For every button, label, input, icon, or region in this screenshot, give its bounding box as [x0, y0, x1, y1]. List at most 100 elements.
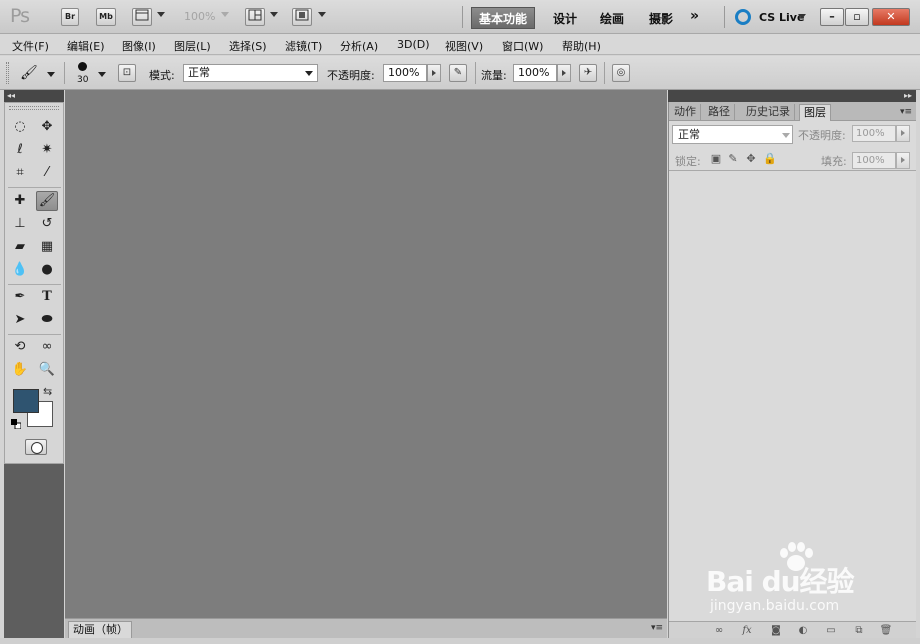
- minimize-button[interactable]: –: [820, 8, 844, 26]
- chevron-down-icon[interactable]: [157, 12, 165, 17]
- menu-view[interactable]: 视图(V): [445, 38, 483, 54]
- menu-layer[interactable]: 图层(L): [174, 38, 211, 54]
- opacity-stepper[interactable]: [427, 64, 441, 82]
- menu-help[interactable]: 帮助(H): [562, 38, 601, 54]
- quick-mask-button[interactable]: [25, 439, 47, 455]
- collapse-arrows-icon[interactable]: ▸▸: [904, 90, 912, 102]
- fill-stepper[interactable]: [896, 152, 910, 169]
- dodge-tool-icon[interactable]: ●: [36, 260, 58, 280]
- crop-tool-icon[interactable]: ⌗: [9, 163, 31, 183]
- workspace-essentials[interactable]: 基本功能: [471, 7, 535, 29]
- chevron-down-icon[interactable]: [798, 14, 806, 19]
- layer-style-fx-icon[interactable]: fx: [740, 624, 754, 637]
- chevron-down-icon[interactable]: [305, 71, 313, 76]
- collapse-arrows-icon[interactable]: ◂◂: [7, 90, 15, 102]
- toolbox-header[interactable]: ◂◂: [4, 90, 64, 102]
- zoom-tool-icon[interactable]: 🔍: [36, 360, 58, 380]
- arrange-documents-button[interactable]: [245, 8, 265, 26]
- animation-frames-tab[interactable]: 动画（帧）: [68, 621, 132, 638]
- close-button[interactable]: ✕: [872, 8, 910, 26]
- adjustment-layer-icon[interactable]: ◐: [796, 624, 810, 637]
- chevron-down-icon[interactable]: [221, 12, 229, 17]
- workspace-painting[interactable]: 绘画: [600, 10, 624, 27]
- 3d-orbit-tool-icon[interactable]: ∞: [36, 337, 58, 357]
- brush-panel-icon[interactable]: ⊡: [118, 64, 136, 82]
- mode-select[interactable]: 正常: [183, 64, 318, 82]
- document-workspace[interactable]: [65, 90, 667, 618]
- bridge-button[interactable]: Br: [61, 8, 79, 26]
- blur-tool-icon[interactable]: 💧: [9, 260, 31, 280]
- lasso-tool-icon[interactable]: ℓ: [9, 140, 31, 160]
- workspace-design[interactable]: 设计: [553, 10, 577, 27]
- move-tool-icon[interactable]: ✥: [36, 117, 58, 137]
- tab-history[interactable]: 历史记录: [742, 104, 795, 121]
- 3d-rotate-tool-icon[interactable]: ⟲: [9, 337, 31, 357]
- new-layer-icon[interactable]: ⧉: [852, 624, 866, 637]
- brush-size[interactable]: 30: [77, 75, 88, 85]
- tab-layers[interactable]: 图层: [799, 104, 831, 121]
- blend-mode-select[interactable]: 正常: [672, 125, 793, 144]
- zoom-level[interactable]: 100%: [184, 10, 215, 23]
- pen-tool-icon[interactable]: ✒: [9, 287, 31, 307]
- tablet-pressure-opacity-icon[interactable]: ✎: [449, 64, 467, 82]
- layer-opacity-stepper[interactable]: [896, 125, 910, 142]
- workspace-photography[interactable]: 摄影: [649, 10, 673, 27]
- brush-tool-icon[interactable]: 🖌: [36, 191, 58, 211]
- marquee-tool-icon[interactable]: ◌: [9, 117, 31, 137]
- chevron-down-icon[interactable]: [270, 12, 278, 17]
- lock-all-icon[interactable]: 🔒: [763, 153, 777, 165]
- menu-analysis[interactable]: 分析(A): [340, 38, 378, 54]
- screen-mode-button[interactable]: [292, 8, 312, 26]
- chevron-down-icon[interactable]: [782, 133, 790, 138]
- healing-brush-tool-icon[interactable]: ✚: [9, 191, 31, 211]
- lock-image-icon[interactable]: ✎: [727, 153, 739, 165]
- restore-button[interactable]: ▫: [845, 8, 869, 26]
- chevron-down-icon[interactable]: [47, 72, 55, 77]
- lock-transparent-icon[interactable]: ▣: [710, 153, 722, 165]
- hand-tool-icon[interactable]: ✋: [9, 360, 31, 380]
- panel-dock-header[interactable]: ▸▸: [668, 90, 916, 102]
- more-workspaces-icon[interactable]: »: [690, 8, 699, 24]
- brush-preset-icon[interactable]: 🖌: [20, 64, 42, 82]
- tab-actions[interactable]: 动作: [670, 104, 701, 121]
- menu-edit[interactable]: 编辑(E): [67, 38, 105, 54]
- trash-icon[interactable]: 🗑: [879, 624, 893, 637]
- swap-colors-icon[interactable]: ⇆: [43, 385, 52, 398]
- tab-paths[interactable]: 路径: [704, 104, 735, 121]
- fill-field[interactable]: 100%: [852, 152, 896, 169]
- brush-tip-icon[interactable]: [78, 62, 87, 71]
- clone-stamp-tool-icon[interactable]: ⊥: [9, 214, 31, 234]
- menu-image[interactable]: 图像(I): [122, 38, 156, 54]
- default-colors-icon[interactable]: [11, 419, 22, 430]
- foreground-color-swatch[interactable]: [13, 389, 39, 413]
- menu-select[interactable]: 选择(S): [229, 38, 267, 54]
- chevron-down-icon[interactable]: [98, 72, 106, 77]
- eraser-tool-icon[interactable]: ▰: [9, 237, 31, 257]
- view-extras-button[interactable]: [132, 8, 152, 26]
- link-layers-icon[interactable]: ∞: [712, 624, 726, 637]
- ellipse-tool-icon[interactable]: ⬬: [36, 310, 58, 330]
- menu-3d[interactable]: 3D(D): [397, 38, 430, 51]
- layer-opacity-field[interactable]: 100%: [852, 125, 896, 142]
- history-brush-tool-icon[interactable]: ↺: [36, 214, 58, 234]
- opacity-field[interactable]: 100%: [383, 64, 427, 82]
- lock-position-icon[interactable]: ✥: [745, 153, 757, 165]
- flow-stepper[interactable]: [557, 64, 571, 82]
- menu-filter[interactable]: 滤镜(T): [285, 38, 322, 54]
- new-group-icon[interactable]: ▭: [824, 624, 838, 637]
- flow-field[interactable]: 100%: [513, 64, 557, 82]
- gradient-tool-icon[interactable]: ▦: [36, 237, 58, 257]
- eyedropper-tool-icon[interactable]: ⁄: [36, 163, 58, 183]
- menu-file[interactable]: 文件(F): [12, 38, 49, 54]
- menu-window[interactable]: 窗口(W): [502, 38, 543, 54]
- type-tool-icon[interactable]: T: [36, 287, 58, 307]
- chevron-down-icon[interactable]: [318, 12, 326, 17]
- add-mask-icon[interactable]: ◙: [769, 624, 783, 637]
- airbrush-icon[interactable]: ✈: [579, 64, 597, 82]
- tablet-pressure-size-icon[interactable]: ◎: [612, 64, 630, 82]
- panel-menu-icon[interactable]: ▾≡: [900, 107, 912, 117]
- path-selection-tool-icon[interactable]: ➤: [9, 310, 31, 330]
- panel-menu-icon[interactable]: ▾≡: [651, 623, 663, 633]
- mini-bridge-button[interactable]: Mb: [96, 8, 116, 26]
- magic-wand-tool-icon[interactable]: ✷: [36, 140, 58, 160]
